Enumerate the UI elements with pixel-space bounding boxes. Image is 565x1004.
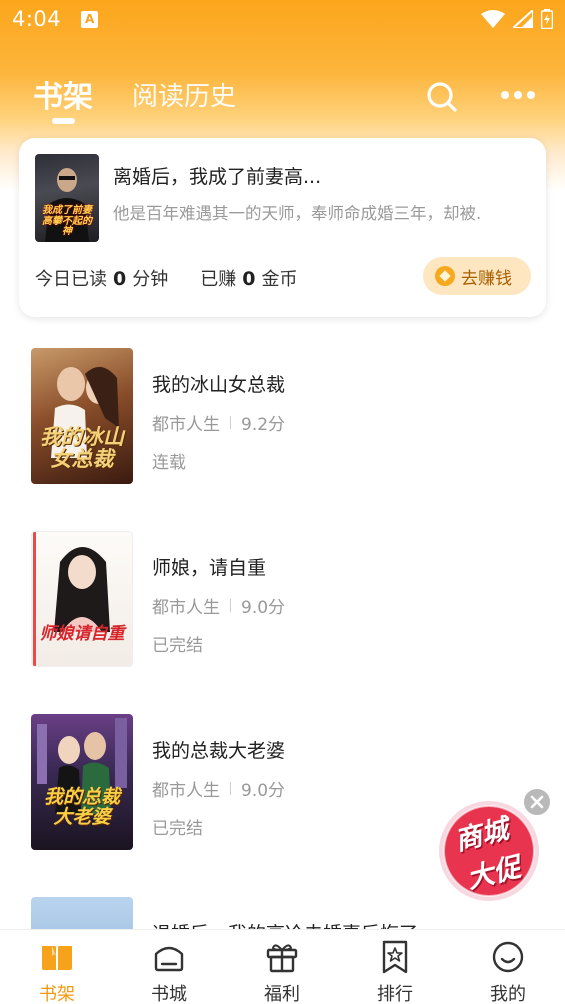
nav-label: 福利	[264, 984, 300, 1004]
status-icons	[481, 9, 553, 29]
book-category: 都市人生	[152, 415, 220, 435]
close-icon[interactable]	[522, 787, 552, 817]
tab-bookshelf[interactable]: 书架	[33, 72, 93, 116]
coin-icon	[435, 266, 455, 286]
book-status: 已完结	[152, 819, 203, 839]
search-icon[interactable]	[425, 80, 459, 114]
cover-title: 我的冰山女总裁	[40, 425, 124, 472]
cover-art	[33, 532, 110, 666]
book-item[interactable]: 师娘请自重 师娘，请自重 都市人生 9.0分 已完结	[31, 531, 531, 671]
book-item[interactable]: 我的冰山女总裁 我的冰山女总裁 都市人生 9.2分 连载	[31, 348, 531, 488]
notification-icon: A	[81, 10, 99, 28]
read-today-label: 今日已读	[35, 269, 107, 290]
nav-ranking[interactable]: 排行	[365, 940, 425, 1004]
book-category: 都市人生	[152, 781, 220, 801]
book-status: 已完结	[152, 636, 203, 656]
read-today-unit: 分钟	[132, 269, 169, 290]
book-meta: 都市人生 9.0分	[152, 776, 285, 801]
active-tab-indicator	[52, 118, 75, 124]
tab-reading-history[interactable]: 阅读历史	[132, 76, 236, 113]
book-cover[interactable]: 我的总裁大老婆	[31, 714, 133, 850]
meta-divider	[230, 416, 231, 429]
top-header: 书架 阅读历史	[0, 68, 565, 128]
status-bar: 4:04 A	[0, 0, 565, 38]
book-cover[interactable]: 师娘请自重	[31, 531, 133, 667]
earned-unit: 金币	[261, 269, 298, 290]
current-reading-card[interactable]: 我成了前妻高攀不起的神 离婚后，我成了前妻高... 他是百年难遇其一的天师，奉师…	[19, 138, 546, 317]
book-score: 9.0分	[241, 781, 286, 801]
bookshelf-icon	[42, 946, 72, 970]
nav-label: 书架	[39, 984, 75, 1004]
earned-value: 0	[242, 268, 256, 290]
book-status: 连载	[152, 453, 186, 473]
profile-icon	[492, 941, 524, 973]
nav-welfare[interactable]: 福利	[252, 940, 312, 1004]
book-category: 都市人生	[152, 598, 220, 618]
book-title[interactable]: 我的冰山女总裁	[152, 370, 285, 397]
nav-label: 排行	[377, 984, 413, 1004]
wifi-icon	[481, 10, 505, 28]
book-score: 9.0分	[241, 598, 286, 618]
more-icon[interactable]	[500, 88, 536, 102]
book-title[interactable]: 师娘，请自重	[152, 553, 266, 580]
current-book-title[interactable]: 离婚后，我成了前妻高...	[113, 162, 321, 189]
battery-icon	[541, 9, 553, 29]
nav-bookshelf[interactable]: 书架	[27, 940, 87, 1004]
earn-money-button[interactable]: 去赚钱	[423, 257, 531, 295]
reading-stats: 今日已读 0 分钟 已赚 0 金币	[35, 265, 297, 291]
book-cover[interactable]: 我的冰山女总裁	[31, 348, 133, 484]
ranking-icon	[382, 940, 408, 974]
book-score: 9.2分	[241, 415, 286, 435]
book-meta: 都市人生 9.0分	[152, 593, 285, 618]
book-meta: 都市人生 9.2分	[152, 410, 285, 435]
meta-divider	[230, 782, 231, 795]
cover-title: 我成了前妻高攀不起的神	[42, 205, 92, 237]
earned-label: 已赚	[200, 269, 237, 290]
nav-label: 我的	[490, 984, 526, 1004]
cover-art	[37, 718, 127, 814]
signal-icon	[513, 10, 533, 28]
nav-label: 书城	[151, 984, 187, 1004]
bottom-navigation: 书架 书城 福利 排行 我的	[0, 929, 565, 1004]
nav-bookstore[interactable]: 书城	[139, 940, 199, 1004]
cover-title: 我的总裁大老婆	[43, 786, 120, 828]
status-time: 4:04	[12, 7, 62, 31]
earn-money-label: 去赚钱	[461, 268, 512, 289]
bookstore-icon	[154, 946, 184, 972]
current-book-cover[interactable]: 我成了前妻高攀不起的神	[35, 154, 99, 242]
read-today-value: 0	[113, 268, 127, 290]
mall-promo-badge[interactable]: 商城 大促	[436, 799, 543, 903]
current-book-description: 他是百年难遇其一的天师，奉师命成婚三年，却被.	[113, 204, 482, 223]
meta-divider	[230, 599, 231, 612]
book-title[interactable]: 我的总裁大老婆	[152, 736, 285, 763]
cover-title: 师娘请自重	[39, 624, 125, 644]
gift-icon	[266, 944, 298, 973]
nav-profile[interactable]: 我的	[478, 940, 538, 1004]
